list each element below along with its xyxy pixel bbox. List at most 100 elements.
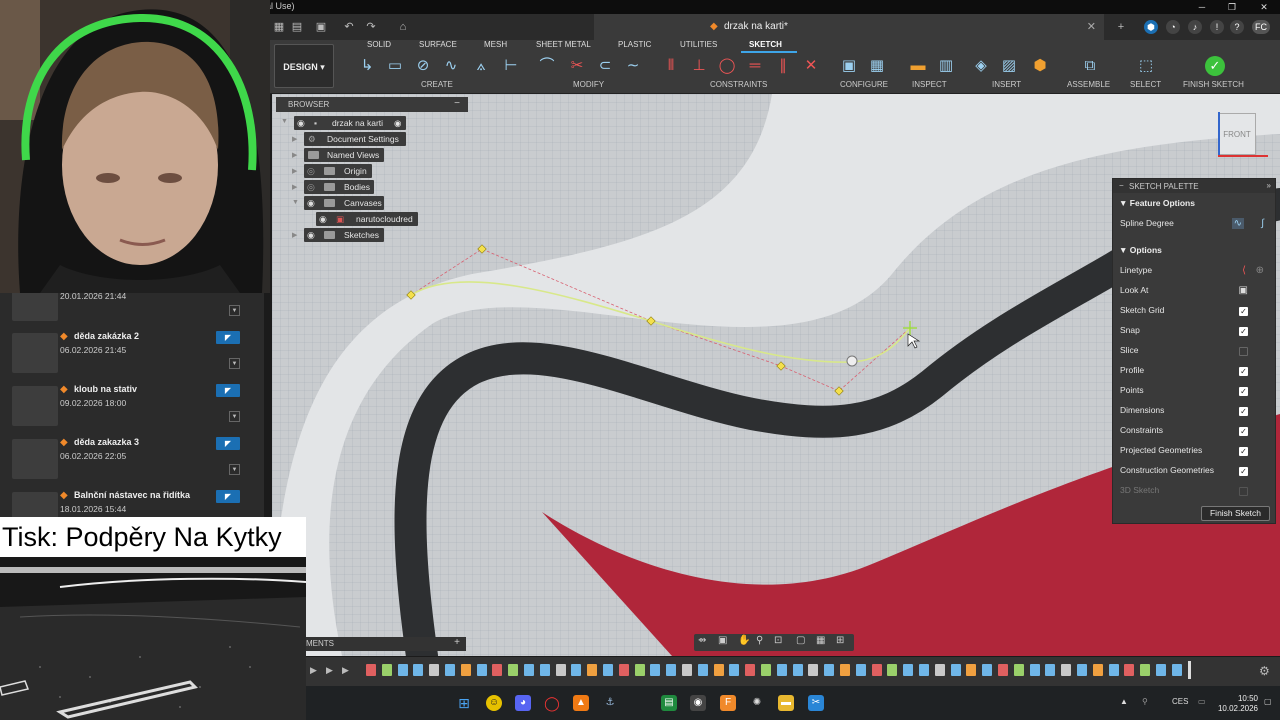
collapse-palette-icon[interactable]: − [1119, 181, 1124, 190]
item-menu-icon[interactable]: ▼ [229, 411, 240, 422]
timeline-prev-icon[interactable]: ▶ [326, 665, 333, 676]
timeline-feature-icon[interactable] [539, 664, 550, 676]
timeline-feature-icon[interactable] [887, 664, 898, 676]
timeline-feature-icon[interactable] [824, 664, 835, 676]
browser-root-node[interactable]: ◉ ▪ drzak na karti ◉ [294, 116, 406, 130]
undo-icon[interactable]: ↶ [342, 20, 356, 34]
opera-icon[interactable]: ◯ [544, 695, 560, 711]
timeline-feature-icon[interactable] [745, 664, 756, 676]
timeline-feature-icon[interactable] [1077, 664, 1087, 676]
configure-icon[interactable]: ▣ [838, 56, 860, 76]
look-at-icon[interactable]: ▣ [1239, 285, 1248, 296]
help-icon[interactable]: ? [1230, 20, 1244, 34]
keyboard-language[interactable]: CES [1172, 697, 1188, 706]
open-design-icon[interactable]: ◤ [216, 384, 240, 397]
interference-icon[interactable]: ▥ [935, 56, 957, 76]
constraints-checkbox[interactable]: ✓ [1239, 427, 1248, 436]
parallel-constraint-icon[interactable]: ∥ [772, 56, 794, 76]
chatgpt-icon[interactable]: ✺ [749, 695, 765, 711]
extensions-icon[interactable]: ⬢ [1144, 20, 1158, 34]
timeline-feature-icon[interactable] [713, 664, 724, 676]
save-icon[interactable]: ▣ [314, 20, 328, 34]
close-tab-icon[interactable]: ✕ [1087, 20, 1096, 33]
item-menu-icon[interactable]: ▼ [229, 358, 240, 369]
timeline-feature-icon[interactable] [1108, 664, 1119, 676]
circle-tool-icon[interactable]: ⊘ [412, 56, 434, 76]
timeline-feature-icon[interactable] [903, 664, 914, 676]
dimensions-checkbox[interactable]: ✓ [1239, 407, 1248, 416]
timeline-feature-icon[interactable] [855, 664, 866, 676]
redo-icon[interactable]: ↷ [364, 20, 378, 34]
eye-icon[interactable]: ◉ [319, 212, 327, 226]
windows-start-icon[interactable]: ⊞ [456, 695, 472, 711]
pan-hand-icon[interactable]: ✋ [738, 635, 750, 646]
points-checkbox[interactable]: ✓ [1239, 387, 1248, 396]
timeline-feature-icon[interactable] [381, 664, 392, 676]
browser-node-document-settings[interactable]: ⚙ Document Settings [304, 132, 406, 146]
timeline-feature-icon[interactable] [840, 664, 850, 676]
viewcube[interactable]: FRONT [1218, 113, 1256, 155]
timeline-feature-icon[interactable] [1092, 664, 1103, 676]
app-grid-icon[interactable]: ▦ [272, 20, 286, 34]
spline-degree-3-icon[interactable]: ∿ [1231, 218, 1244, 229]
obs-icon[interactable]: ◉ [690, 695, 706, 711]
extend-tool-icon[interactable]: ∼ [622, 56, 644, 76]
timeline-feature-icon[interactable] [982, 664, 993, 676]
notification-center-icon[interactable]: ▢ [1264, 697, 1272, 706]
timeline-feature-icon[interactable] [1140, 664, 1151, 676]
expand-arrow-icon[interactable]: ▶ [292, 151, 297, 159]
expand-arrow-icon[interactable]: ▶ [292, 231, 297, 239]
timeline-feature-icon[interactable] [666, 664, 677, 676]
timeline-feature-icon[interactable] [1124, 664, 1135, 676]
palette-close-icon[interactable]: » [1267, 181, 1271, 190]
eye-icon[interactable]: ◉ [297, 116, 305, 130]
rectangle-tool-icon[interactable]: ▭ [384, 56, 406, 76]
finish-sketch-check-icon[interactable]: ✓ [1205, 56, 1225, 76]
assemble-icon[interactable]: ⧉ [1079, 56, 1101, 76]
offset-tool-icon[interactable]: ⊂ [594, 56, 616, 76]
display-settings-icon[interactable]: ▢ [796, 635, 805, 646]
timeline-feature-icon[interactable] [871, 664, 882, 676]
finish-sketch-label[interactable]: FINISH SKETCH [1183, 80, 1244, 89]
construction-linetype-icon[interactable]: ⟨ [1242, 265, 1246, 276]
cura-icon[interactable]: ▲ [573, 695, 589, 711]
spline-control-point[interactable] [834, 386, 844, 396]
centerline-linetype-icon[interactable]: ⊕ [1256, 265, 1264, 276]
tab-sheet-metal[interactable]: SHEET METAL [536, 40, 591, 51]
finish-sketch-button[interactable]: Finish Sketch [1201, 506, 1270, 521]
home-icon[interactable]: ⌂ [396, 20, 410, 34]
timeline-marker[interactable] [1188, 661, 1191, 679]
fillet-tool-icon[interactable]: ⌒ [536, 56, 558, 76]
add-comment-icon[interactable]: + [454, 637, 460, 648]
spline-tool-icon[interactable]: ∿ [440, 56, 462, 76]
comments-panel[interactable]: MENTS + [306, 637, 466, 651]
zoom-icon[interactable]: ⚲ [756, 635, 763, 646]
data-item[interactable]: ◆ Balnční nástavec na řidítka 18.01.2026… [10, 488, 254, 517]
maximize-icon[interactable]: ❐ [1218, 0, 1246, 14]
eye-hidden-icon[interactable]: ◎ [307, 164, 315, 178]
open-design-icon[interactable]: ◤ [216, 437, 240, 450]
timeline-feature-icon[interactable] [1013, 664, 1024, 676]
job-status-icon[interactable]: ◔ [1166, 20, 1180, 34]
timeline-feature-icon[interactable] [697, 664, 708, 676]
item-menu-icon[interactable]: ▼ [229, 305, 240, 316]
timeline-feature-icon[interactable] [919, 664, 929, 676]
document-tab[interactable]: ◆ drzak na karti* ✕ [594, 14, 1104, 40]
timeline-feature-icon[interactable] [1171, 664, 1182, 676]
timeline-feature-icon[interactable] [950, 664, 961, 676]
sketch-grid-checkbox[interactable]: ✓ [1239, 307, 1248, 316]
snipping-icon[interactable]: ✂ [808, 695, 824, 711]
measure-icon[interactable]: ▬ [907, 56, 929, 76]
horizontal-constraint-icon[interactable]: ⫴ [660, 56, 682, 76]
orbit-icon[interactable]: ⇴ [698, 635, 706, 646]
collapse-browser-icon[interactable]: − [454, 98, 460, 109]
trim-tool-icon[interactable]: ✂ [566, 56, 588, 76]
timeline-feature-icon[interactable] [603, 664, 613, 676]
inspect-group-label[interactable]: INSPECT [912, 80, 947, 89]
timeline-feature-icon[interactable] [934, 664, 945, 676]
insert-canvas-icon[interactable]: ▨ [998, 56, 1020, 76]
tab-surface[interactable]: SURFACE [419, 40, 457, 51]
system-clock[interactable]: 10:50 10.02.2026 [1214, 694, 1258, 714]
viewports-icon[interactable]: ⊞ [836, 635, 844, 646]
timeline-play-icon[interactable]: ▶ [342, 665, 349, 676]
